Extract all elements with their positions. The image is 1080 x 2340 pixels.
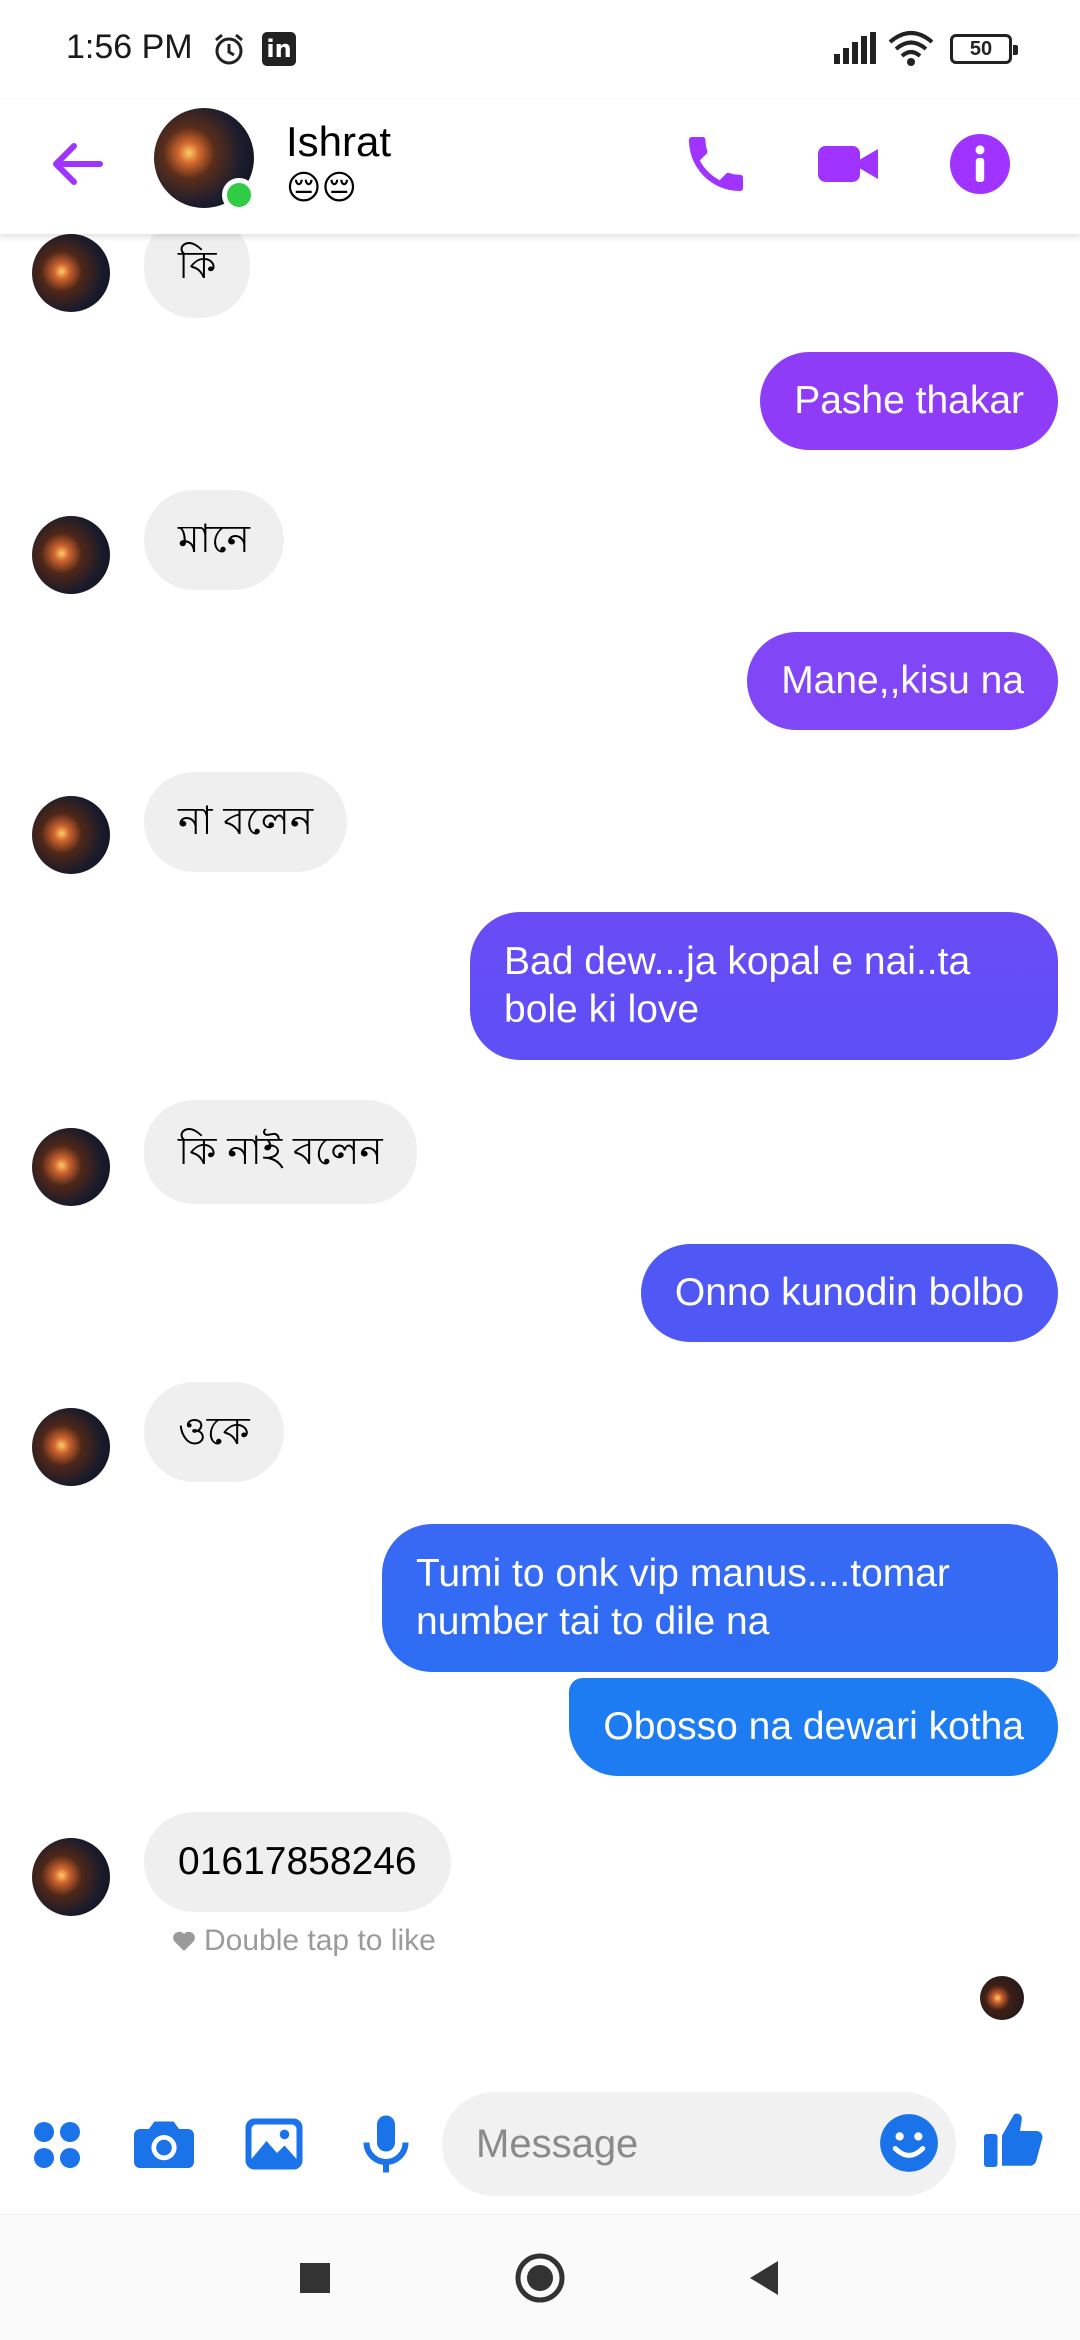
contact-name[interactable]: Ishrat [286,118,391,166]
signal-icon [834,32,878,69]
emoji-icon[interactable] [876,2110,942,2176]
menu-dots-icon[interactable] [20,2108,92,2180]
status-bar: 1:56 PM in 50 [0,0,1080,100]
message-outgoing[interactable]: Mane,,kisu na [747,632,1058,730]
recents-button[interactable] [282,2245,348,2311]
message-incoming[interactable]: কি নাই বলেন [144,1100,417,1204]
battery-icon: 50 [950,34,1018,64]
sender-avatar[interactable] [32,516,110,594]
message-outgoing[interactable]: Onno kunodin bolbo [640,1244,1058,1342]
info-icon[interactable] [944,128,1016,200]
phone-icon[interactable] [680,128,752,200]
linkedin-icon: in [262,32,296,66]
home-button[interactable] [507,2245,573,2311]
message-incoming[interactable]: মানে [144,490,284,590]
sender-avatar[interactable] [32,1838,110,1916]
thumbs-up-icon[interactable] [978,2104,1050,2176]
heart-icon [173,1931,195,1951]
system-nav-bar [0,2214,1080,2340]
hint-text: Double tap to like [204,1924,436,1957]
message-incoming[interactable]: ওকে [144,1382,284,1482]
contact-status: 😔😔 [286,169,357,207]
message-outgoing[interactable]: Bad dew...ja kopal e nai..ta bole ki lov… [470,912,1058,1060]
double-tap-hint: Double tap to like [172,1924,436,1958]
message-outgoing[interactable]: Obosso na dewari kotha [569,1678,1058,1776]
back-arrow-icon[interactable] [44,130,112,198]
sender-avatar[interactable] [32,1128,110,1206]
sender-avatar[interactable] [32,1408,110,1486]
camera-icon[interactable] [128,2108,200,2180]
back-button[interactable] [732,2245,798,2311]
online-status-dot [222,178,256,212]
message-outgoing[interactable]: Pashe thakar [760,352,1058,450]
message-incoming[interactable]: 01617858246 [144,1812,451,1912]
video-camera-icon[interactable] [812,128,884,200]
message-outgoing[interactable]: Tumi to onk vip manus....tomar number ta… [382,1524,1058,1672]
gallery-icon[interactable] [238,2108,310,2180]
seen-avatar [980,1976,1024,2020]
status-time: 1:56 PM [66,28,193,66]
microphone-icon[interactable] [350,2108,422,2180]
message-incoming[interactable]: কি [144,234,251,318]
wifi-icon [888,30,934,71]
sender-avatar[interactable] [32,796,110,874]
composer-bar [0,2074,1080,2214]
message-incoming[interactable]: না বলেন [144,772,348,872]
sender-avatar[interactable] [32,234,110,312]
message-list: কি Pashe thakar মানে Mane,,kisu na না বল… [0,234,1080,2074]
chat-header: Ishrat 😔😔 [0,100,1080,234]
alarm-icon [212,32,246,71]
